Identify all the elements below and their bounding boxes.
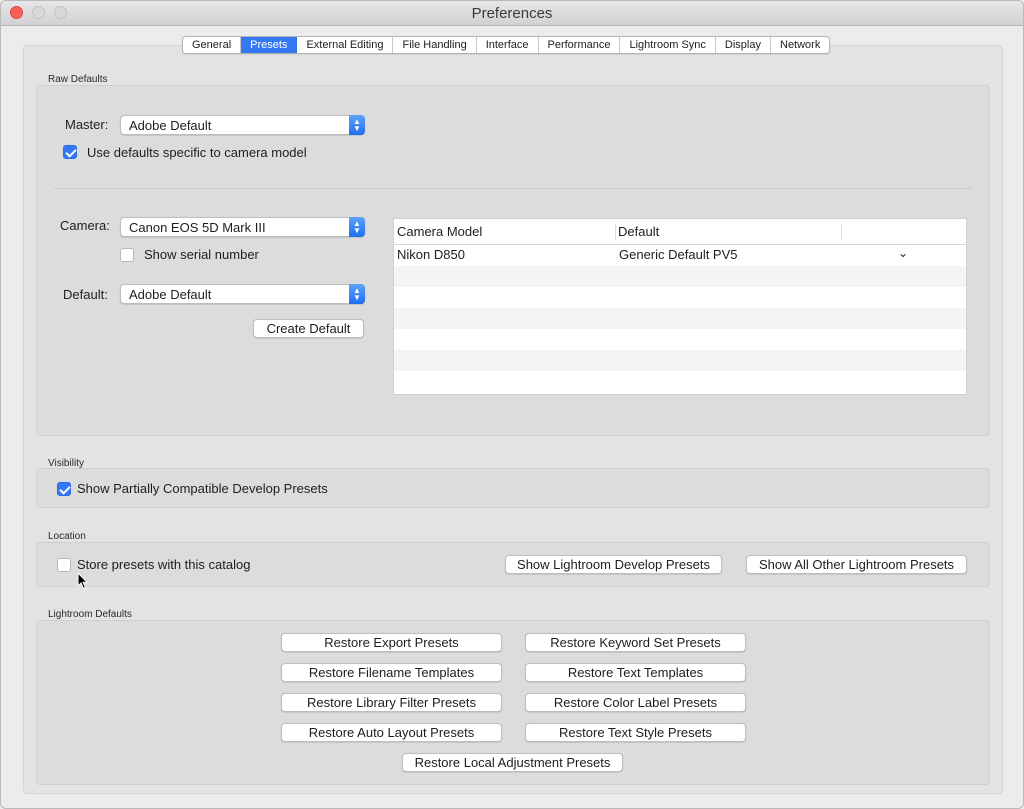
chevron-down-icon[interactable]: ⌄: [898, 246, 908, 260]
restore-local-adjustment-presets-button[interactable]: Restore Local Adjustment Presets: [402, 753, 623, 772]
default-popup[interactable]: Adobe Default ▲ ▼: [120, 284, 365, 304]
use-camera-defaults-label: Use defaults specific to camera model: [87, 145, 307, 160]
table-row[interactable]: Nikon D850 Generic Default PV5 ⌄: [394, 245, 966, 266]
location-label: Location: [48, 531, 86, 542]
tab-external-editing[interactable]: External Editing: [297, 37, 394, 53]
camera-popup-value: Canon EOS 5D Mark III: [129, 220, 266, 235]
tab-bar: General Presets External Editing File Ha…: [182, 36, 831, 54]
camera-defaults-table: Camera Model Default Nikon D850 Generic …: [393, 218, 967, 395]
show-develop-presets-button[interactable]: Show Lightroom Develop Presets: [505, 555, 722, 574]
cell-default: Generic Default PV5: [619, 247, 738, 262]
lightroom-defaults-label: Lightroom Defaults: [48, 609, 132, 620]
master-popup-value: Adobe Default: [129, 118, 212, 133]
store-with-catalog-label: Store presets with this catalog: [77, 557, 251, 572]
show-partial-presets-label: Show Partially Compatible Develop Preset…: [77, 481, 328, 496]
show-serial-checkbox[interactable]: [120, 248, 134, 262]
title-bar: Preferences: [1, 1, 1023, 26]
table-row-empty: [394, 329, 966, 350]
window-title: Preferences: [471, 5, 553, 22]
default-label: Default:: [63, 287, 108, 302]
table-row-empty: [394, 308, 966, 329]
tab-performance[interactable]: Performance: [538, 37, 621, 53]
table-row-empty: [394, 371, 966, 392]
restore-color-label-presets-button[interactable]: Restore Color Label Presets: [525, 693, 746, 712]
restore-export-presets-button[interactable]: Restore Export Presets: [281, 633, 502, 652]
table-row-empty: [394, 266, 966, 287]
column-header-camera-model[interactable]: Camera Model: [397, 224, 482, 239]
preferences-window: Preferences General Presets External Edi…: [0, 0, 1024, 809]
restore-text-style-presets-button[interactable]: Restore Text Style Presets: [525, 723, 746, 742]
restore-filename-templates-button[interactable]: Restore Filename Templates: [281, 663, 502, 682]
show-all-other-presets-button[interactable]: Show All Other Lightroom Presets: [746, 555, 967, 574]
tab-lightroom-sync[interactable]: Lightroom Sync: [620, 37, 716, 53]
raw-defaults-label: Raw Defaults: [48, 74, 108, 85]
chevron-updown-icon: ▲ ▼: [349, 284, 365, 304]
chevron-updown-icon: ▲ ▼: [349, 115, 365, 135]
create-default-button[interactable]: Create Default: [253, 319, 364, 338]
restore-library-filter-presets-button[interactable]: Restore Library Filter Presets: [281, 693, 502, 712]
column-header-default[interactable]: Default: [618, 224, 659, 239]
show-serial-label: Show serial number: [144, 247, 259, 262]
restore-keyword-set-presets-button[interactable]: Restore Keyword Set Presets: [525, 633, 746, 652]
table-row-empty: [394, 350, 966, 371]
cell-camera-model: Nikon D850: [397, 247, 465, 262]
camera-popup[interactable]: Canon EOS 5D Mark III ▲ ▼: [120, 217, 365, 237]
master-popup[interactable]: Adobe Default ▲ ▼: [120, 115, 365, 135]
default-popup-value: Adobe Default: [129, 287, 212, 302]
column-separator: [615, 224, 616, 240]
tab-network[interactable]: Network: [771, 37, 830, 53]
tab-presets[interactable]: Presets: [241, 37, 298, 53]
restore-auto-layout-presets-button[interactable]: Restore Auto Layout Presets: [281, 723, 502, 742]
use-camera-defaults-checkbox[interactable]: [63, 145, 77, 159]
camera-label: Camera:: [60, 218, 110, 233]
table-header: Camera Model Default: [394, 219, 966, 245]
tab-interface[interactable]: Interface: [476, 37, 539, 53]
tab-file-handling[interactable]: File Handling: [393, 37, 477, 53]
column-separator: [841, 224, 842, 240]
restore-text-templates-button[interactable]: Restore Text Templates: [525, 663, 746, 682]
master-label: Master:: [65, 117, 109, 132]
chevron-updown-icon: ▲ ▼: [349, 217, 365, 237]
table-row-empty: [394, 287, 966, 308]
mouse-cursor-icon: [77, 572, 89, 590]
tab-display[interactable]: Display: [715, 37, 771, 53]
show-partial-presets-checkbox[interactable]: [57, 482, 71, 496]
divider: [54, 188, 971, 189]
tab-general[interactable]: General: [183, 37, 242, 53]
store-with-catalog-checkbox[interactable]: [57, 558, 71, 572]
